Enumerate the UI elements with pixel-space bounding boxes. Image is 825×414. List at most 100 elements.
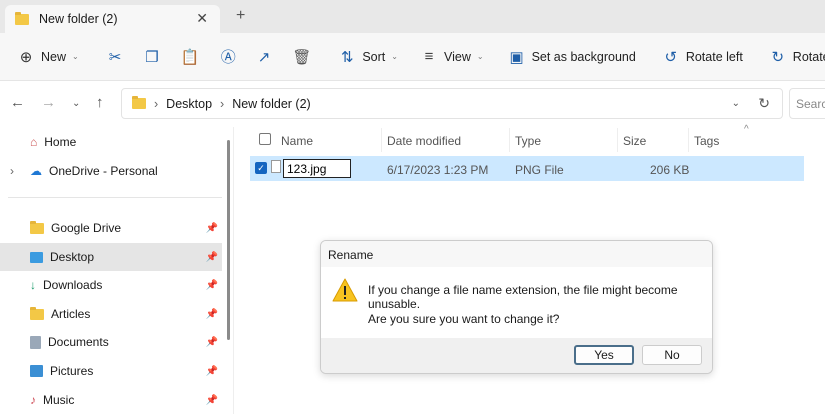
refresh-icon[interactable]: ↻ [758,95,770,112]
rename-input[interactable] [283,159,351,178]
pin-icon[interactable]: 📌 [206,395,218,406]
back-icon[interactable]: ← [10,94,25,111]
column-separator [617,128,618,152]
new-button[interactable]: ⊕ New ⌄ [17,48,79,66]
desktop-icon [30,252,43,263]
folder-icon [15,14,29,25]
rename-icon[interactable]: Ⓐ [221,46,236,67]
recent-chevron-icon[interactable]: ⌄ [72,98,80,109]
sidebar-item-home[interactable]: ⌂Home [0,128,222,156]
column-separator [381,128,382,152]
file-date: 6/17/2023 1:23 PM [387,163,488,177]
image-file-icon [271,160,281,173]
column-tags[interactable]: Tags [694,134,719,148]
pin-icon[interactable]: 📌 [206,309,218,320]
download-icon: ↓ [30,278,36,292]
pin-icon[interactable]: 📌 [206,252,218,263]
wallpaper-icon: ▣ [508,48,526,66]
copy-icon[interactable]: ❐ [145,48,158,66]
rotate-left-button[interactable]: ↺ Rotate left [662,48,743,66]
cloud-icon: ☁ [30,164,42,178]
column-type[interactable]: Type [515,134,541,148]
chevron-down-icon: ⌄ [391,52,398,61]
sort-button[interactable]: ⇅ Sort ⌄ [338,48,398,66]
sort-up-icon: ^ [744,124,749,135]
dialog-title: Rename [321,241,712,267]
sidebar-item-label: Home [44,135,76,149]
rotate-right-button[interactable]: ↻Rotate [769,48,825,66]
sidebar-item-articles[interactable]: Articles📌 [0,300,222,328]
rename-dialog: Rename If you change a file name extensi… [320,240,713,374]
tab-bar: New folder (2) ✕ + [0,0,825,33]
tab-new-folder[interactable]: New folder (2) ✕ [5,5,220,33]
sidebar-item-label: Documents [48,335,109,349]
chevron-down-icon: ⌄ [477,52,484,61]
sidebar-item-onedrive[interactable]: › ☁ OneDrive - Personal [0,157,222,185]
pin-icon[interactable]: 📌 [206,366,218,377]
forward-icon[interactable]: → [41,94,56,111]
document-icon [30,336,41,349]
breadcrumb-desktop[interactable]: Desktop [166,97,212,111]
sidebar-item-label: Downloads [43,278,102,292]
dialog-message: If you change a file name extension, the… [368,283,712,311]
rotate-left-label: Rotate left [686,50,743,64]
sidebar-item-downloads[interactable]: ↓ Downloads 📌 [0,271,222,299]
sidebar-item-documents[interactable]: Documents 📌 [0,328,222,356]
address-bar[interactable]: › Desktop › New folder (2) ⌄ ↻ [121,88,783,119]
warning-icon [331,277,359,303]
close-tab-icon[interactable]: ✕ [196,10,208,27]
view-button[interactable]: ≡ View ⌄ [420,48,484,65]
tab-title: New folder (2) [39,12,118,26]
sidebar-item-desktop[interactable]: Desktop📌 [0,243,222,271]
pin-icon[interactable]: 📌 [206,280,218,291]
yes-button[interactable]: Yes [574,345,634,365]
sidebar-scrollbar[interactable] [227,140,230,340]
breadcrumb-new-folder[interactable]: New folder (2) [232,97,311,111]
sidebar-item-google-drive[interactable]: Google Drive 📌 [0,214,222,242]
column-date-modified[interactable]: Date modified [387,134,461,148]
delete-icon[interactable]: 🗑 [292,48,310,66]
dialog-footer: Yes No [321,338,713,374]
view-label: View [444,50,471,64]
up-icon[interactable]: ↑ [96,94,104,111]
file-size: 206 KB [650,163,689,177]
pin-icon[interactable]: 📌 [206,223,218,234]
new-label: New [41,50,66,64]
view-icon: ≡ [420,48,438,65]
no-button[interactable]: No [642,345,702,365]
file-type: PNG File [515,163,564,177]
rotate-right-icon: ↻ [769,48,787,66]
sidebar-item-label: Pictures [50,364,93,378]
sidebar-item-label: Google Drive [51,221,121,235]
sidebar-item-label: Music [43,393,74,407]
column-name[interactable]: Name [281,134,313,148]
paste-icon[interactable]: 📋 [181,48,199,66]
new-tab-button[interactable]: + [236,7,245,25]
column-separator [688,128,689,152]
file-row[interactable]: ✓ 6/17/2023 1:23 PM PNG File 206 KB [250,156,804,181]
sidebar-item-pictures[interactable]: Pictures 📌 [0,357,222,385]
search-input[interactable]: Search [789,88,825,119]
sort-icon: ⇅ [338,48,356,66]
folder-icon [132,98,146,109]
set-as-background-button[interactable]: ▣Set as background [508,48,636,66]
plus-circle-icon: ⊕ [17,48,35,66]
cut-icon[interactable]: ✂ [109,48,122,66]
row-checkbox[interactable]: ✓ [255,162,267,174]
divider [8,197,222,198]
pin-icon[interactable]: 📌 [206,337,218,348]
dialog-question: Are you sure you want to change it? [368,312,559,326]
share-icon[interactable]: ↗ [258,48,271,66]
address-dropdown-icon[interactable]: ⌄ [732,98,740,109]
sidebar-item-label: OneDrive - Personal [49,164,158,178]
column-header: Name Date modified Type Size Tags ^ [250,128,805,152]
toolbar: ⊕ New ⌄ ✂ ❐ 📋 Ⓐ ↗ 🗑 ⇅ Sort ⌄ ≡ View ⌄ ▣Set as … [0,33,825,81]
expand-chevron-icon[interactable]: › [10,164,14,178]
chevron-down-icon: ⌄ [72,52,79,61]
column-size[interactable]: Size [623,134,646,148]
sidebar-item-music[interactable]: ♪Music📌 [0,386,222,414]
sort-label: Sort [362,50,385,64]
select-all-checkbox[interactable] [259,133,271,145]
rotate-left-icon: ↺ [662,48,680,66]
breadcrumb-separator-icon: › [154,97,158,111]
